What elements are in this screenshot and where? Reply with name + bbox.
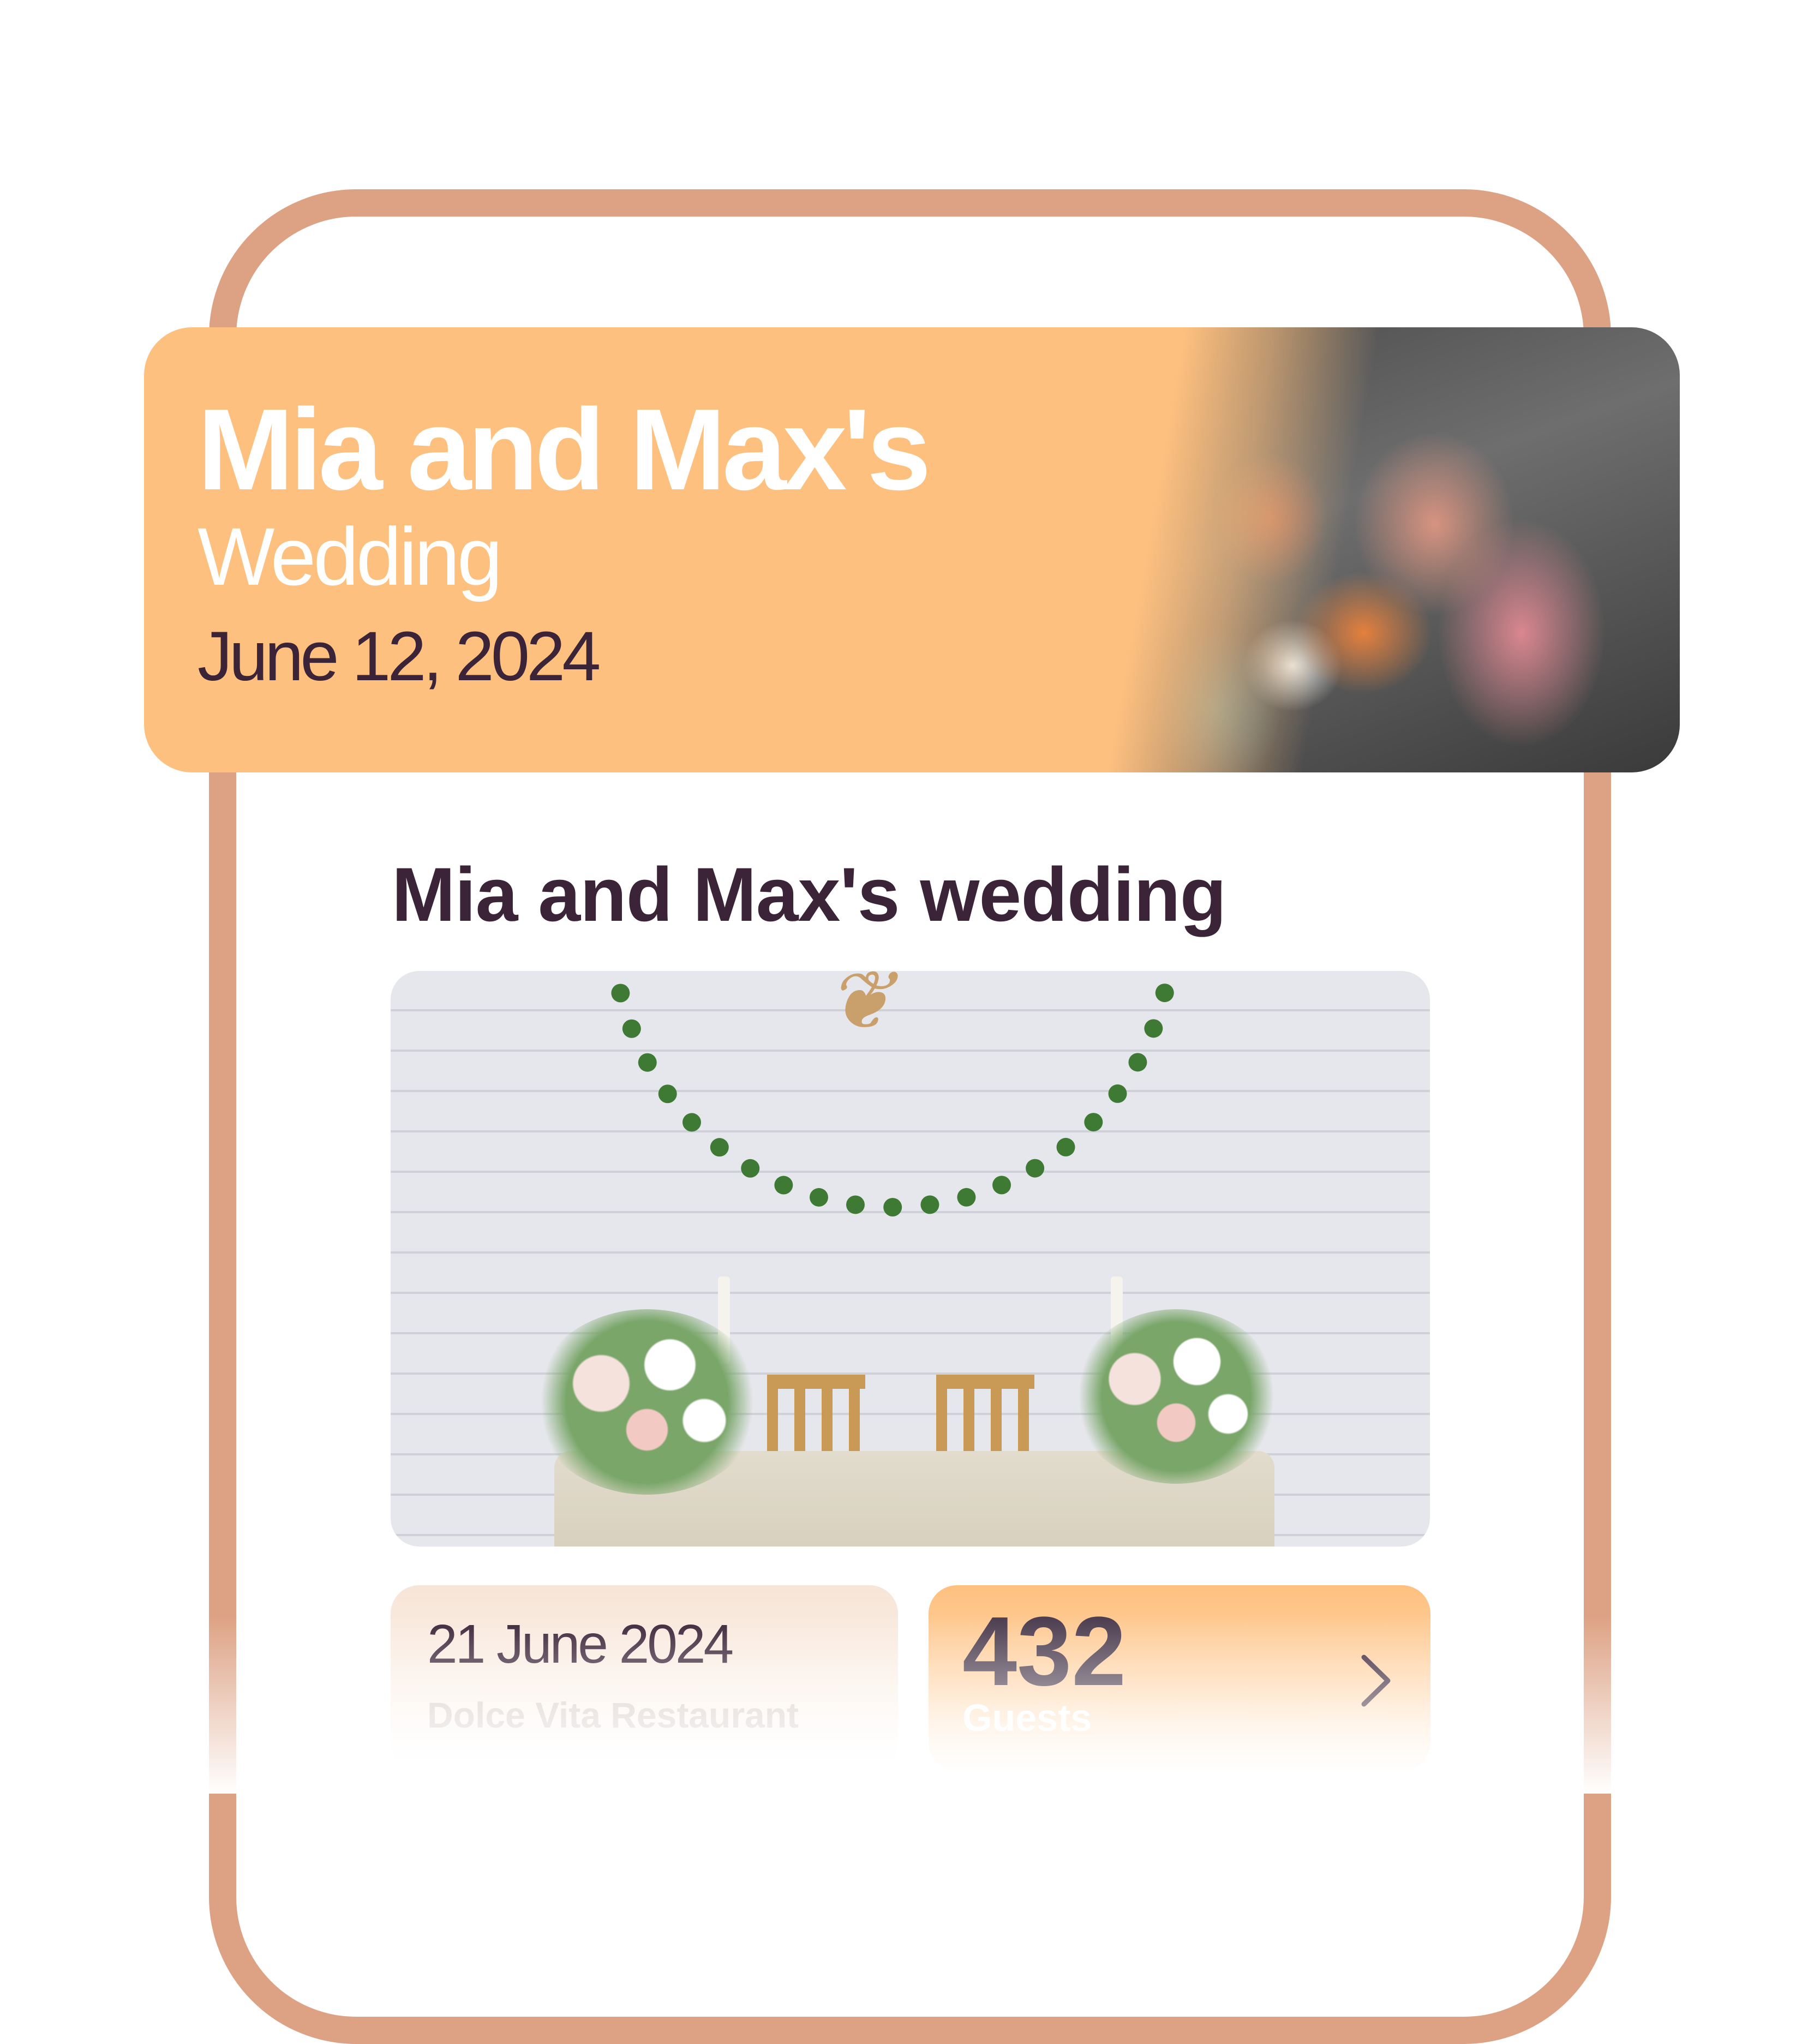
banner-subtitle: Wedding bbox=[197, 511, 502, 602]
guest-label: Guests bbox=[962, 1697, 1092, 1739]
date-card[interactable]: 21 June 2024 Dolce Vita Restaurant bbox=[391, 1585, 898, 1771]
monogram-sign: ❦ bbox=[825, 971, 894, 1048]
banner-title: Mia and Max's bbox=[197, 385, 931, 514]
flower-arrangement-left bbox=[532, 1309, 762, 1495]
event-date: 21 June 2024 bbox=[427, 1614, 734, 1675]
guest-count: 432 bbox=[962, 1597, 1127, 1706]
banner-date: June 12, 2024 bbox=[197, 618, 601, 696]
flower-arrangement-right bbox=[1073, 1309, 1280, 1484]
page-title: Mia and Max's wedding bbox=[392, 852, 1226, 937]
guests-card[interactable]: 432 Guests bbox=[929, 1585, 1430, 1771]
venue-photo[interactable]: ❦ bbox=[391, 971, 1430, 1547]
chevron-right-icon[interactable] bbox=[1354, 1651, 1398, 1711]
event-venue: Dolce Vita Restaurant bbox=[427, 1695, 799, 1735]
banner-photo-fade bbox=[1107, 327, 1680, 772]
event-banner[interactable]: Mia and Max's Wedding June 12, 2024 bbox=[144, 327, 1680, 772]
